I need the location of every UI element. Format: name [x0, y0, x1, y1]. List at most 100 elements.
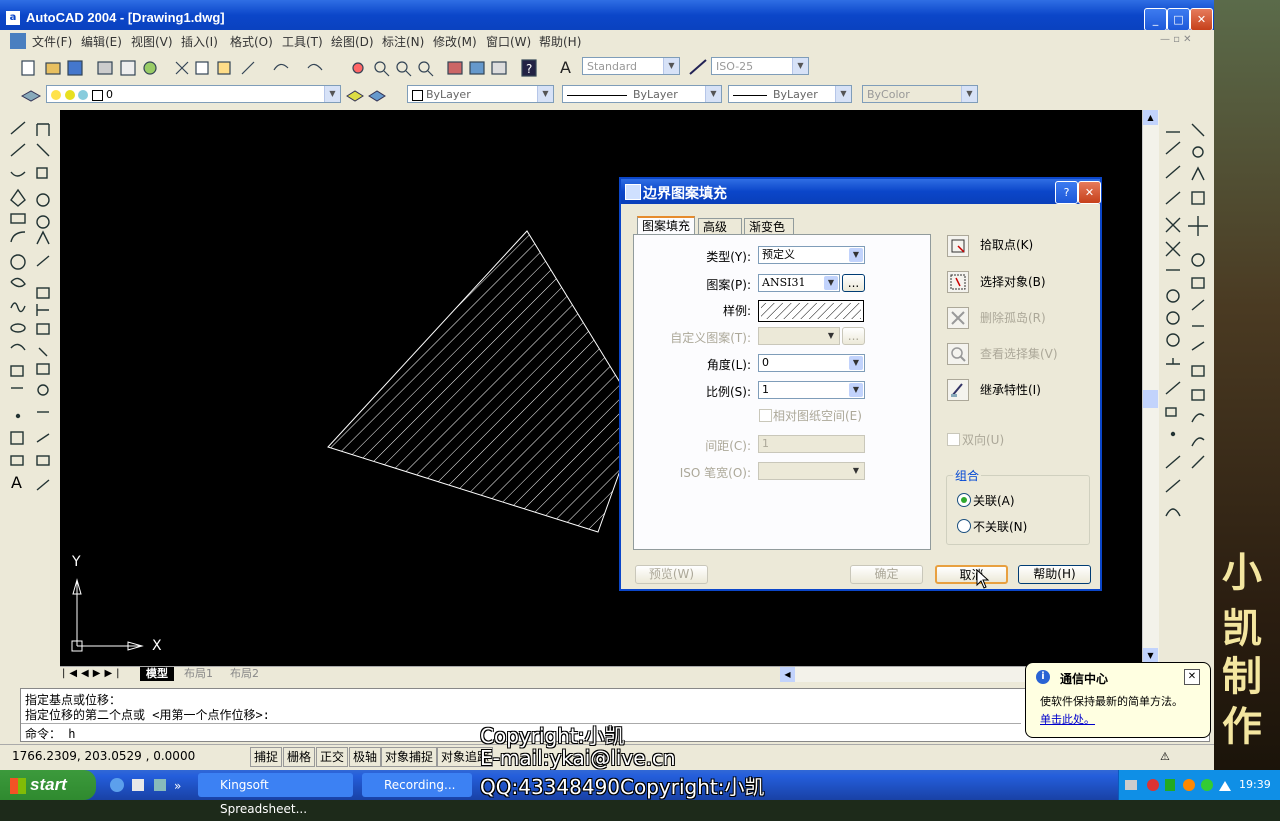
view-selections-icon[interactable] [947, 343, 969, 365]
menu-view[interactable]: 视图(V) [131, 33, 173, 50]
maximize-button[interactable]: □ [1167, 8, 1190, 31]
inherit-properties-icon[interactable] [947, 379, 969, 401]
tab-layout1[interactable]: 布局1 [178, 667, 219, 681]
osnap-button[interactable]: 对象捕捉 [381, 747, 438, 767]
custom-pattern-browse-button[interactable]: ... [842, 327, 865, 345]
doc-window-controls[interactable]: — ▫ ✕ [1160, 34, 1192, 45]
tab-navigation-arrows[interactable]: |◀◀▶▶| [62, 668, 124, 679]
window-title: AutoCAD 2004 - [Drawing1.dwg] [26, 10, 225, 25]
close-button[interactable]: ✕ [1190, 8, 1213, 31]
angle-select[interactable]: 0 ▼ [758, 354, 865, 372]
cancel-button[interactable]: 取消 [935, 565, 1008, 584]
scroll-up-icon[interactable]: ▲ [1143, 110, 1158, 125]
taskbar-item-recording[interactable]: Recording... [362, 773, 472, 797]
text-style-icon[interactable]: A [560, 58, 578, 77]
chevron-down-icon: ▼ [849, 383, 863, 397]
communication-center-balloon[interactable]: i 通信中心 ✕ 使软件保持最新的简单方法。 单击此处。 [1025, 662, 1211, 738]
menu-insert[interactable]: 插入(I) [181, 33, 218, 50]
remove-islands-icon[interactable] [947, 307, 969, 329]
start-button[interactable]: start [0, 770, 96, 800]
draw-tool-icons[interactable]: A [5, 112, 57, 502]
dialog-help-button[interactable]: ? [1055, 181, 1078, 204]
menu-window[interactable]: 窗口(W) [486, 33, 531, 50]
relative-paperspace-checkbox[interactable] [759, 409, 772, 422]
color-select[interactable]: ByLayer ▼ [407, 85, 554, 103]
menu-tools[interactable]: 工具(T) [282, 33, 323, 50]
custom-pattern-select[interactable]: ▼ [758, 327, 840, 345]
dim-style-select[interactable]: ISO-25 ▼ [711, 57, 809, 75]
command-prompt[interactable]: 命令： h [25, 725, 75, 742]
nonassociative-radio[interactable] [957, 519, 971, 533]
select-objects-icon[interactable] [947, 271, 969, 293]
make-current-layer-icon[interactable] [346, 86, 364, 104]
menu-dimension[interactable]: 标注(N) [382, 33, 424, 50]
balloon-link[interactable]: 单击此处。 [1040, 711, 1095, 727]
preview-button[interactable]: 预览(W) [635, 565, 708, 584]
vertical-scroll-thumb[interactable] [1143, 390, 1158, 408]
windows-logo-icon [10, 777, 26, 794]
linetype-select[interactable]: ByLayer ▼ [562, 85, 722, 103]
snap-button[interactable]: 捕捉 [250, 747, 283, 767]
dim-style-icon[interactable] [688, 58, 708, 76]
layer-previous-icon[interactable] [368, 86, 386, 104]
sun-icon [64, 90, 75, 100]
pattern-select[interactable]: ANSI31 ▼ [758, 274, 840, 292]
balloon-close-button[interactable]: ✕ [1184, 669, 1200, 685]
help-button[interactable]: 帮助(H) [1018, 565, 1091, 584]
tray-icons[interactable] [1123, 777, 1233, 793]
tab-layout2[interactable]: 布局2 [224, 667, 265, 681]
modify-tool-icons[interactable] [1160, 112, 1210, 532]
ortho-button[interactable]: 正交 [316, 747, 349, 767]
command-history-line2: 指定位移的第二个点或 <用第一个点作位移>: [25, 708, 270, 722]
menu-format[interactable]: 格式(O) [230, 33, 273, 50]
scroll-left-icon[interactable]: ◀ [780, 667, 795, 682]
vertical-scrollbar[interactable]: ▲ ▼ [1142, 110, 1159, 664]
text-style-select[interactable]: Standard ▼ [582, 57, 680, 75]
balloon-text: 使软件保持最新的简单方法。 [1040, 695, 1183, 708]
tab-model[interactable]: 模型 [140, 667, 174, 681]
select-objects-label[interactable]: 选择对象(B) [980, 273, 1046, 290]
scroll-down-icon[interactable]: ▼ [1143, 648, 1158, 663]
associative-radio[interactable] [957, 493, 971, 507]
spacing-input[interactable]: 1 [758, 435, 865, 453]
tab-hatch[interactable]: 图案填充 [637, 216, 696, 236]
pick-points-icon[interactable] [947, 235, 969, 257]
dim-style-value: ISO-25 [716, 60, 754, 73]
minimize-button[interactable]: _ [1144, 8, 1167, 31]
menu-draw[interactable]: 绘图(D) [331, 33, 374, 50]
menu-help[interactable]: 帮助(H) [539, 33, 581, 50]
pick-points-label[interactable]: 拾取点(K) [980, 236, 1033, 253]
scale-select[interactable]: 1 ▼ [758, 381, 865, 399]
menu-modify[interactable]: 修改(M) [433, 33, 477, 50]
app-icon[interactable]: a [6, 11, 20, 25]
plotstyle-select[interactable]: ByColor ▼ [862, 85, 978, 103]
taskbar-item-spreadsheet[interactable]: Kingsoft Spreadsheet... [198, 773, 353, 816]
dialog-close-button[interactable]: ✕ [1078, 181, 1101, 204]
pattern-browse-button[interactable]: ... [842, 274, 865, 292]
ok-button[interactable]: 确定 [850, 565, 923, 584]
type-select[interactable]: 预定义 ▼ [758, 246, 865, 264]
remove-islands-label[interactable]: 删除孤岛(R) [980, 309, 1046, 326]
grid-button[interactable]: 栅格 [283, 747, 316, 767]
lineweight-value: ByLayer [773, 88, 818, 101]
layer-manager-icon[interactable] [20, 86, 42, 104]
brand-char-1: 小 [1222, 549, 1262, 596]
tab-gradient[interactable]: 渐变色 [744, 218, 795, 235]
menu-edit[interactable]: 编辑(E) [81, 33, 122, 50]
doc-icon[interactable] [10, 33, 26, 49]
layer-select[interactable]: 0 ▼ [46, 85, 341, 103]
polar-button[interactable]: 极轴 [349, 747, 382, 767]
dialog-title-bar[interactable]: 边界图案填充 ? ✕ [621, 179, 1101, 204]
tab-advanced[interactable]: 高级 [698, 218, 743, 235]
menu-file[interactable]: 文件(F) [32, 33, 72, 50]
iso-pen-width-select[interactable]: ▼ [758, 462, 865, 480]
chevron-down-icon: ▼ [849, 356, 863, 370]
inherit-properties-label[interactable]: 继承特性(I) [980, 381, 1041, 398]
quick-launch[interactable]: » [108, 776, 188, 794]
view-selections-label[interactable]: 查看选择集(V) [980, 345, 1058, 362]
double-checkbox[interactable] [947, 433, 960, 446]
warning-icon[interactable]: ⚠ [1160, 750, 1170, 763]
swatch-preview[interactable] [758, 300, 864, 322]
lineweight-select[interactable]: ByLayer ▼ [728, 85, 852, 103]
brand-char-4: 作 [1222, 703, 1262, 750]
